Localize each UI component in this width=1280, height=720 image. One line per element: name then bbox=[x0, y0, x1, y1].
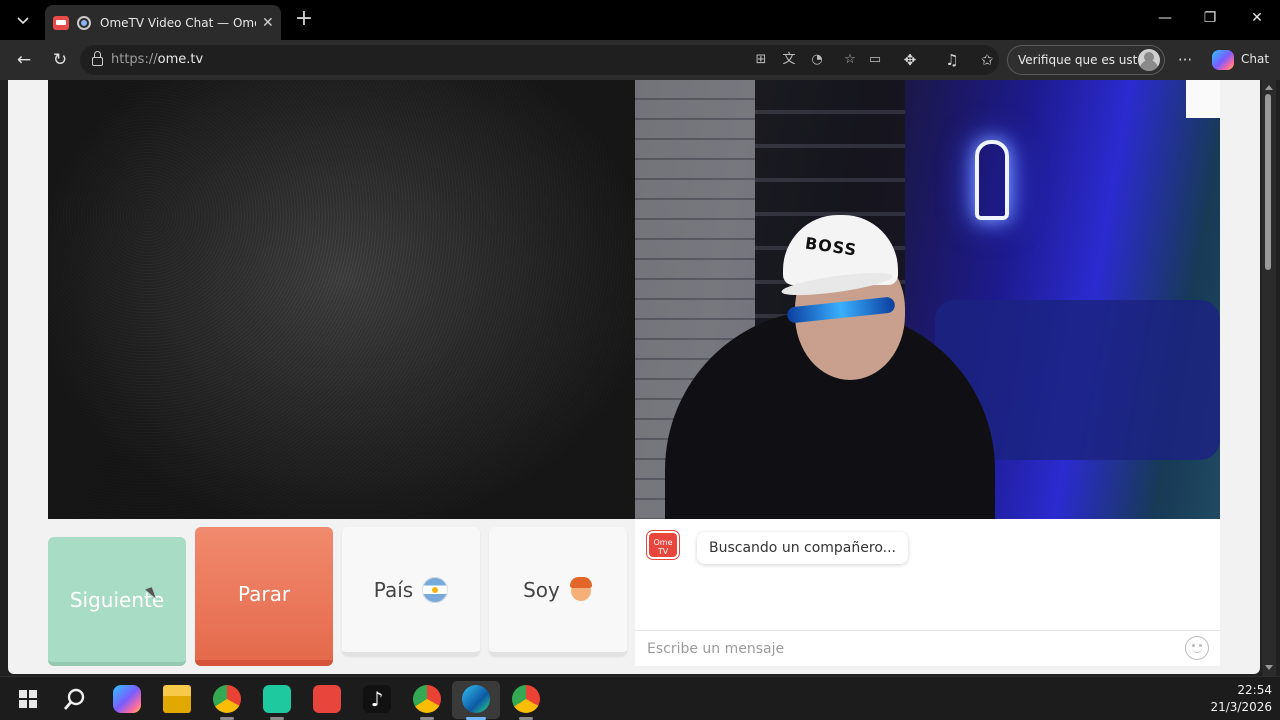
gender-label: Soy bbox=[523, 577, 560, 602]
media-control-icon[interactable]: ♫ bbox=[942, 50, 962, 70]
boy-avatar-icon bbox=[569, 576, 593, 603]
ometv-page: BOSS Siguiente Parar País Soy Ome TV Busc… bbox=[8, 80, 1260, 674]
profile-label: Verifique que es usted bbox=[1018, 53, 1153, 67]
tab-strip: OmeTV Video Chat — Omegle ✕ + — ❐ ✕ bbox=[0, 0, 1280, 40]
video-neon-sign bbox=[975, 140, 1009, 220]
favorite-star-icon[interactable]: ☆ bbox=[841, 51, 859, 69]
partner-video-static bbox=[48, 80, 635, 519]
clock-date: 21/3/2026 bbox=[1210, 700, 1272, 714]
system-clock[interactable]: 22:54 21/3/2026 bbox=[1210, 682, 1272, 716]
search-icon[interactable] bbox=[63, 687, 87, 711]
clock-time: 22:54 bbox=[1237, 683, 1272, 697]
tracking-prevention-icon[interactable]: ◔ bbox=[808, 51, 826, 69]
scroll-up-arrow-icon[interactable] bbox=[1265, 85, 1273, 90]
camera-in-use-icon[interactable]: ▭ bbox=[866, 51, 884, 69]
browser-tab-active[interactable]: OmeTV Video Chat — Omegle ✕ bbox=[45, 5, 281, 40]
ometv-logo-icon: Ome TV bbox=[647, 531, 679, 559]
chat-panel: Ome TV Buscando un compañero... bbox=[635, 519, 1220, 666]
chrome-second-icon[interactable] bbox=[512, 685, 540, 713]
profile-button[interactable]: Verifique que es usted bbox=[1007, 45, 1165, 75]
browser-toolbar: ← ↻ https://ome.tv ⊞ 文 ◔ ☆ ▭ ✥ ♫ ✩ Verif… bbox=[0, 40, 1280, 80]
tab-actions-menu-button[interactable] bbox=[8, 6, 38, 34]
recording-indicator-icon bbox=[77, 15, 91, 30]
favorites-icon[interactable]: ✩ bbox=[977, 50, 997, 70]
copilot-icon[interactable] bbox=[1212, 50, 1234, 70]
chevron-down-icon bbox=[17, 17, 29, 25]
ometv-favicon-icon bbox=[53, 15, 69, 30]
chrome-profile-icon[interactable] bbox=[413, 685, 441, 713]
gender-button[interactable]: Soy bbox=[489, 527, 627, 656]
lock-icon bbox=[92, 51, 103, 66]
emoji-smiley-icon[interactable] bbox=[1185, 636, 1209, 660]
country-label: País bbox=[373, 577, 414, 602]
extensions-icon[interactable]: ✥ bbox=[900, 50, 920, 70]
windows-taskbar: ♪ 22:54 21/3/2026 bbox=[0, 676, 1280, 720]
page-scrollbar[interactable] bbox=[1262, 80, 1276, 676]
more-options-icon[interactable]: ··· bbox=[1175, 50, 1195, 70]
video-window bbox=[1186, 80, 1220, 118]
close-window-button[interactable]: ✕ bbox=[1247, 10, 1267, 26]
chat-status-message: Buscando un compañero... bbox=[697, 532, 908, 564]
scroll-down-arrow-icon[interactable] bbox=[1265, 665, 1273, 670]
self-camera-video: BOSS bbox=[635, 80, 1220, 519]
copilot-chat-label[interactable]: Chat bbox=[1241, 52, 1269, 66]
tiktok-icon[interactable]: ♪ bbox=[363, 685, 391, 713]
translate-icon[interactable]: 文 bbox=[780, 51, 798, 69]
edge-icon[interactable] bbox=[462, 685, 490, 713]
back-arrow-icon[interactable]: ← bbox=[13, 49, 35, 71]
url-text[interactable]: https://ome.tv bbox=[111, 52, 203, 67]
ometv-app-icon[interactable] bbox=[313, 685, 341, 713]
country-button[interactable]: País bbox=[342, 527, 480, 656]
minimize-button[interactable]: — bbox=[1155, 10, 1175, 26]
refresh-icon[interactable]: ↻ bbox=[49, 49, 71, 71]
page-viewport: BOSS Siguiente Parar País Soy Ome TV Busc… bbox=[0, 80, 1280, 676]
windows-start-icon[interactable] bbox=[19, 690, 37, 708]
argentina-flag-icon bbox=[422, 576, 449, 603]
new-tab-button[interactable]: + bbox=[293, 8, 315, 30]
tab-title: OmeTV Video Chat — Omegle bbox=[100, 15, 256, 30]
stop-button[interactable]: Parar bbox=[195, 527, 333, 666]
app-available-icon[interactable]: ⊞ bbox=[752, 51, 770, 69]
chrome-icon[interactable] bbox=[213, 685, 241, 713]
next-button[interactable]: Siguiente bbox=[48, 537, 186, 666]
message-input[interactable] bbox=[635, 630, 1220, 666]
capcut-icon[interactable] bbox=[263, 685, 291, 713]
profile-avatar-icon bbox=[1138, 49, 1160, 71]
restore-button[interactable]: ❐ bbox=[1200, 10, 1220, 26]
file-explorer-icon[interactable] bbox=[163, 685, 191, 713]
address-bar[interactable]: https://ome.tv ⊞ 文 ◔ ☆ ▭ bbox=[80, 45, 999, 75]
tab-close-icon[interactable]: ✕ bbox=[262, 15, 274, 31]
scroll-thumb[interactable] bbox=[1265, 94, 1271, 270]
copilot-app-icon[interactable] bbox=[113, 685, 141, 713]
